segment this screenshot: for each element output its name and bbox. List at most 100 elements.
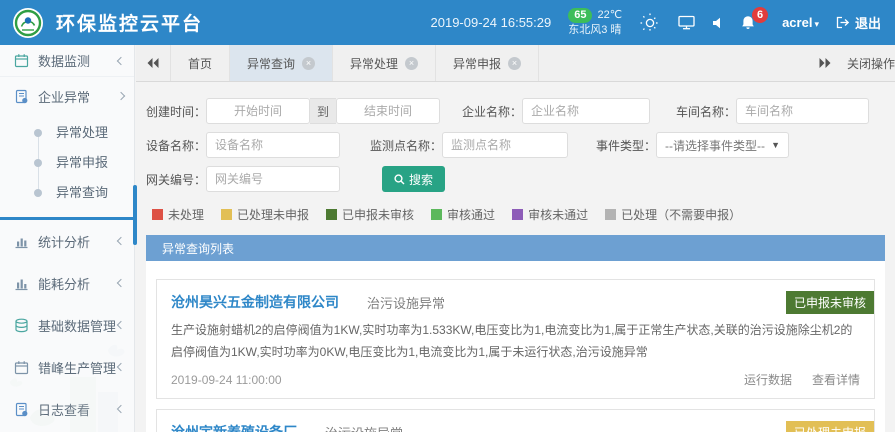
monitor-icon[interactable] [678, 15, 695, 30]
header-right-cluster: 2019-09-24 16:55:29 65 22℃ 东北风3 晴 [431, 8, 881, 38]
sidebar-item-enterprise-abnormal[interactable]: 企业异常 [0, 77, 134, 115]
sidebar-item-basic-data[interactable]: 基础数据管理 [0, 304, 134, 346]
bell-icon[interactable]: 6 [741, 15, 755, 30]
view-details-link[interactable]: 查看详情 [812, 371, 860, 388]
company-name-input[interactable] [522, 98, 650, 124]
panel-title: 异常查询列表 [146, 235, 885, 261]
scrollbar-thumb[interactable] [133, 185, 137, 245]
legend-label: 未处理 [168, 206, 204, 223]
chevron-down-icon: ▼ [771, 140, 780, 150]
legend-color-swatch [431, 209, 442, 220]
bar-chart-icon [14, 234, 29, 249]
sidebar-submenu: 异常处理 异常申报 异常查询 [0, 115, 134, 217]
chevron-left-icon [117, 363, 125, 371]
workshop-name-input[interactable] [736, 98, 869, 124]
sidebar-subitem-abnormal-declare[interactable]: 异常申报 [0, 148, 134, 178]
logout-button[interactable]: 退出 [836, 13, 881, 32]
sidebar-item-label: 基础数据管理 [38, 316, 116, 335]
sidebar-item-statistics[interactable]: 统计分析 [0, 220, 134, 262]
abnormal-record-card: 沧州宇新养殖设备厂 治污设施异常 已处理未申报 生产设施挤出机2的启停阀值为1K… [156, 409, 875, 432]
chevron-down-icon [117, 92, 125, 100]
tabs-scroll-right-icon[interactable] [819, 58, 831, 68]
content-area: 创建时间： 到 企业名称： 车间名称： 设备名称： 监测点名称： 事件类型： -… [136, 83, 895, 432]
close-icon[interactable]: × [302, 57, 315, 70]
company-name-label: 企业名称： [448, 103, 522, 120]
card-actions: 运行数据 查看详情 [744, 371, 860, 388]
search-form-row-3: 网关编号： 搜索 [144, 166, 885, 192]
sidebar-item-data-monitoring[interactable]: 数据监测 [0, 45, 134, 77]
company-link[interactable]: 沧州宇新养殖设备厂 [171, 422, 297, 432]
device-name-input[interactable] [206, 132, 340, 158]
tab-label: 异常申报 [453, 55, 501, 72]
sidebar-subitem-abnormal-query[interactable]: 异常查询 [0, 178, 134, 208]
tab-label: 异常处理 [350, 55, 398, 72]
chevron-left-icon [117, 237, 125, 245]
sidebar-subitem-label: 异常申报 [56, 155, 108, 170]
legend-label: 审核通过 [447, 206, 495, 223]
start-time-input[interactable] [206, 98, 310, 124]
gateway-number-input[interactable] [206, 166, 340, 192]
app-header: 环保监控云平台 2019-09-24 16:55:29 65 22℃ 东北风3 … [0, 0, 895, 45]
legend-label: 审核未通过 [528, 206, 588, 223]
legend-item: 审核未通过 [512, 206, 588, 223]
tab-label: 首页 [188, 55, 212, 72]
tab-abnormal-handling[interactable]: 异常处理 × [333, 45, 436, 81]
speaker-icon[interactable] [712, 17, 724, 29]
tab-abnormal-declare[interactable]: 异常申报 × [436, 45, 539, 81]
sidebar-item-log-view[interactable]: 日志查看 [0, 388, 134, 430]
tab-home[interactable]: 首页 [170, 45, 230, 81]
sidebar-item-staggered-production[interactable]: 错峰生产管理 [0, 346, 134, 388]
sidebar-item-label: 数据监测 [38, 51, 90, 70]
chevron-left-icon [117, 279, 125, 287]
temperature-label: 22℃ [597, 8, 622, 23]
database-icon [14, 318, 29, 333]
search-button[interactable]: 搜索 [382, 166, 445, 192]
sidebar-item-label: 错峰生产管理 [38, 358, 116, 377]
weather-widget: 65 22℃ 东北风3 晴 [568, 8, 622, 38]
chevron-left-icon [117, 321, 125, 329]
legend-item: 已处理（不需要申报） [605, 206, 741, 223]
status-badge: 已申报未审核 [786, 291, 874, 314]
user-menu[interactable]: acrel▾ [782, 15, 819, 30]
document-gear-icon [14, 89, 29, 104]
close-operations-menu[interactable]: 关闭操作 [847, 55, 895, 72]
tab-abnormal-query[interactable]: 异常查询 × [230, 45, 333, 81]
sidebar-item-energy-analysis[interactable]: 能耗分析 [0, 262, 134, 304]
datetime-display: 2019-09-24 16:55:29 [431, 15, 552, 30]
sidebar-item-label: 企业异常 [38, 87, 90, 106]
legend-label: 已处理未申报 [237, 206, 309, 223]
bullet-dot-icon [34, 129, 42, 137]
close-icon[interactable]: × [405, 57, 418, 70]
event-type-select[interactable]: --请选择事件类型-- ▼ [656, 132, 789, 158]
running-data-link[interactable]: 运行数据 [744, 371, 792, 388]
abnormal-query-list-panel: 异常查询列表 沧州昊兴五金制造有限公司 治污设施异常 已申报未审核 生产设施射蜡… [146, 235, 885, 432]
gateway-number-label: 网关编号： [144, 171, 206, 188]
legend-item: 未处理 [152, 206, 204, 223]
document-icon [14, 402, 29, 417]
bar-chart-icon [14, 276, 29, 291]
event-type-text: 治污设施异常 [367, 293, 445, 312]
status-badge: 已处理未申报 [786, 421, 874, 432]
chevron-left-icon [117, 56, 125, 64]
legend-color-swatch [152, 209, 163, 220]
tabs-scroll-left-icon[interactable] [136, 45, 170, 81]
panel-body: 沧州昊兴五金制造有限公司 治污设施异常 已申报未审核 生产设施射蜡机2的启停阀值… [146, 261, 885, 432]
legend-item: 已申报未审核 [326, 206, 414, 223]
workshop-name-label: 车间名称： [666, 103, 736, 120]
company-link[interactable]: 沧州昊兴五金制造有限公司 [171, 292, 339, 312]
close-icon[interactable]: × [508, 57, 521, 70]
monitor-point-label: 监测点名称： [358, 137, 442, 154]
sidebar-subitem-abnormal-handling[interactable]: 异常处理 [0, 118, 134, 148]
monitor-point-input[interactable] [442, 132, 568, 158]
end-time-input[interactable] [336, 98, 440, 124]
chevron-left-icon [117, 405, 125, 413]
bullet-dot-icon [34, 189, 42, 197]
event-type-text: 治污设施异常 [325, 423, 403, 432]
legend-item: 已处理未申报 [221, 206, 309, 223]
sidebar: 数据监测 企业异常 异常处理 异常申报 异常查询 [0, 45, 135, 432]
abnormal-description: 生产设施射蜡机2的启停阀值为1KW,实时功率为1.533KW,电压变比为1,电流… [171, 320, 860, 363]
tab-label: 异常查询 [247, 55, 295, 72]
main-area: 首页 异常查询 × 异常处理 × 异常申报 × 关闭操作 创建时间： 到 [136, 45, 895, 432]
card-footer: 2019-09-24 11:00:00 运行数据 查看详情 [171, 371, 860, 388]
search-icon [394, 174, 405, 185]
